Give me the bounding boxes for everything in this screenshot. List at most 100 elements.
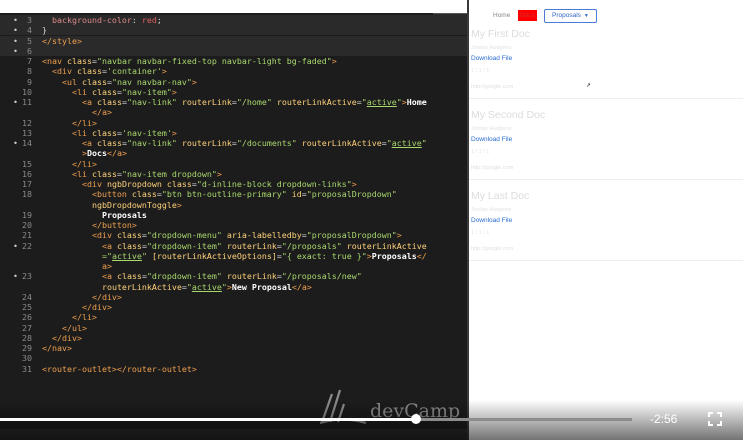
code-token: class — [116, 240, 142, 251]
code-line[interactable]: 25 </div> — [0, 302, 467, 312]
line-number: 7 — [27, 56, 32, 66]
code-text: </li> — [42, 159, 97, 169]
code-line[interactable]: 3 background-color: red; — [0, 15, 467, 25]
code-text: <li class='nav-item'> — [42, 128, 177, 138]
code-line[interactable]: 23 <a class="dropdown-item" routerLink="… — [0, 271, 467, 281]
code-line[interactable]: </a> — [0, 107, 467, 117]
code-line[interactable]: 15 </li> — [0, 159, 467, 169]
line-number: 29 — [22, 343, 32, 353]
proposals-dropdown-button[interactable]: Proposals ▼ — [544, 9, 597, 23]
code-token: </ — [416, 250, 427, 261]
code-token: "dropdown-menu" — [146, 230, 227, 241]
code-line[interactable]: 31 <router-outlet></router-outlet> — [0, 364, 467, 374]
code-token: Docs — [86, 148, 107, 159]
code-line[interactable]: 10 <li class="nav-item"> — [0, 87, 467, 97]
divider — [469, 179, 743, 180]
progress-track[interactable] — [0, 418, 632, 421]
code-text: <nav class="navbar navbar-fixed-top navb… — [42, 56, 337, 66]
doc-url[interactable]: http://google.com — [471, 84, 513, 90]
code-token: "d-inline-block dropdown-links" — [196, 179, 352, 189]
line-number: 9 — [27, 76, 32, 87]
nav-link-home[interactable]: Home — [493, 12, 510, 19]
code-line[interactable]: 4} — [0, 25, 467, 36]
code-line[interactable]: 29 </nav> — [0, 343, 467, 353]
code-token: </style> — [42, 35, 82, 46]
progress-handle[interactable] — [410, 414, 421, 424]
code-line[interactable]: 9 <ul class="nav navbar-nav"> — [0, 77, 467, 87]
code-line[interactable]: 30 — [0, 353, 467, 363]
code-token: "/documents" — [236, 138, 302, 148]
line-number: 6 — [27, 45, 32, 56]
code-text: <div ngbDropdown class="d-inline-block d… — [42, 179, 357, 189]
code-text: routerLinkActive="active">New Proposal</… — [42, 282, 312, 292]
code-line[interactable]: 5 </style> — [0, 35, 467, 46]
code-text: <a class="nav-link" routerLink="/documen… — [42, 138, 427, 148]
code-token: class — [96, 97, 122, 107]
code-line[interactable]: a> — [0, 261, 467, 271]
nav-link-docs[interactable]: Docs — [518, 10, 537, 21]
code-token: id — [291, 189, 302, 200]
code-token: "/proposals/new" — [281, 271, 362, 282]
code-token: [routerLinkActiveOptions] — [151, 250, 277, 261]
code-line[interactable]: 8 <div class='container'> — [0, 66, 467, 76]
code-line[interactable]: >Docs</a> — [0, 148, 467, 158]
doc-url[interactable]: http://google.com — [471, 165, 513, 171]
code-token: <ul — [61, 76, 82, 87]
line-number: 4 — [27, 25, 32, 36]
code-line[interactable]: 27 </ul> — [0, 323, 467, 333]
download-file-link[interactable]: Download File — [471, 217, 512, 224]
download-file-link[interactable]: Download File — [471, 55, 512, 62]
code-text: <a class="dropdown-item" routerLink="/pr… — [42, 241, 427, 251]
doc-url[interactable]: http://google.com — [471, 246, 513, 252]
code-text: </li> — [42, 312, 97, 322]
code-line[interactable]: 26 </li> — [0, 312, 467, 322]
line-number: 18 — [22, 189, 32, 200]
code-line[interactable]: 21 <div class="dropdown-menu" aria-label… — [0, 230, 467, 240]
code-token: : — [131, 15, 142, 25]
code-line[interactable]: ="active" [routerLinkActiveOptions]="{ e… — [0, 251, 467, 261]
code-line[interactable]: 22 <a class="dropdown-item" routerLink="… — [0, 241, 467, 251]
time-remaining: -2:56 — [650, 412, 678, 426]
code-token: </nav> — [42, 343, 72, 353]
code-line[interactable]: 11 <a class="nav-link" routerLink="/home… — [0, 97, 467, 107]
code-line[interactable]: 16 <li class="nav-item dropdown"> — [0, 169, 467, 179]
code-text: <a class="nav-link" routerLink="/home" r… — [42, 97, 427, 107]
line-number: 27 — [22, 322, 32, 333]
code-token: aria-labelledby — [226, 230, 302, 241]
code-line[interactable]: 24 </div> — [0, 292, 467, 302]
code-token: routerLink — [181, 97, 232, 107]
line-number: 8 — [27, 66, 32, 77]
code-line[interactable]: 19 Proposals — [0, 210, 467, 220]
code-line[interactable]: 14 <a class="nav-link" routerLink="/docu… — [0, 138, 467, 148]
code-line[interactable]: 20 </button> — [0, 220, 467, 230]
code-line[interactable]: 12 </li> — [0, 118, 467, 128]
code-line[interactable]: 18 <button class="btn btn-outline-primar… — [0, 189, 467, 199]
code-line[interactable]: 28 </div> — [0, 333, 467, 343]
code-line[interactable]: 13 <li class='nav-item'> — [0, 128, 467, 138]
doc-author: Jordan Hudgens — [471, 207, 512, 213]
line-number: 20 — [22, 220, 32, 230]
doc-title: My Last Doc — [471, 190, 530, 202]
code-line[interactable]: routerLinkActive="active">New Proposal</… — [0, 282, 467, 292]
code-token: "dropdown-item" — [146, 240, 227, 251]
code-token: 'nav-item' — [121, 127, 172, 138]
code-text: </style> — [42, 36, 82, 46]
code-line[interactable]: 6 — [0, 45, 467, 56]
doc-date: 1 / 1 / 1 — [471, 230, 490, 236]
code-token: "{ exact: true }" — [281, 250, 367, 261]
code-line[interactable]: 17 <div ngbDropdown class="d-inline-bloc… — [0, 179, 467, 189]
code-text: </button> — [42, 220, 137, 230]
code-line[interactable]: ngbDropdownToggle> — [0, 200, 467, 210]
code-text: <div class="dropdown-menu" aria-labelled… — [42, 230, 402, 240]
code-line[interactable]: 7 <nav class="navbar navbar-fixed-top nav… — [0, 56, 467, 66]
code-editor[interactable]: 3 background-color: red;4}5</style>67 <na… — [0, 13, 467, 440]
fullscreen-icon[interactable] — [708, 412, 722, 426]
code-token: } — [42, 25, 47, 36]
download-file-link[interactable]: Download File — [471, 136, 512, 143]
